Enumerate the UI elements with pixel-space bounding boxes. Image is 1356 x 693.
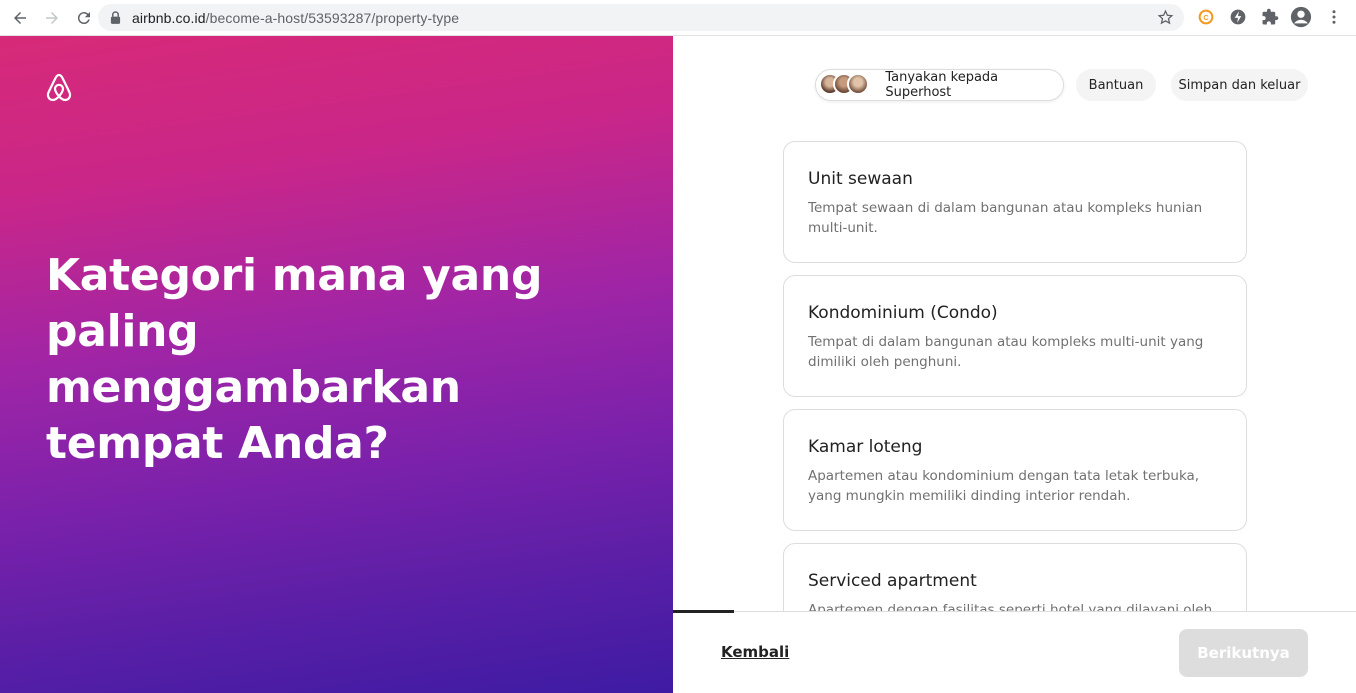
option-description: Tempat di dalam bangunan atau kompleks m… (808, 334, 1204, 370)
profile-avatar-icon[interactable] (1290, 6, 1312, 28)
url-text: airbnb.co.id/become-a-host/53593287/prop… (132, 9, 460, 26)
option-title: Serviced apartment (808, 571, 977, 591)
svg-text:C: C (1203, 13, 1209, 22)
option-description: Apartemen atau kondominium dengan tata l… (808, 468, 1200, 504)
bookmark-star-icon[interactable] (1157, 9, 1174, 26)
airbnb-logo-icon[interactable] (44, 72, 74, 104)
option-description: Apartemen dengan fasilitas seperti hotel… (808, 602, 1213, 611)
option-title: Kondominium (Condo) (808, 303, 998, 323)
ask-superhost-button[interactable]: Tanyakan kepada Superhost (815, 69, 1064, 101)
option-card-kondominium[interactable]: Kondominium (Condo) Tempat di dalam bang… (783, 275, 1247, 397)
main-panel: Tanyakan kepada Superhost Bantuan Simpan… (673, 36, 1356, 693)
lock-icon (110, 11, 122, 25)
extension-bolt-icon[interactable] (1227, 6, 1249, 28)
extension-c-icon[interactable]: C (1195, 6, 1217, 28)
next-button[interactable]: Berikutnya (1179, 629, 1308, 677)
menu-dots-icon[interactable] (1323, 6, 1345, 28)
ask-superhost-label: Tanyakan kepada Superhost (885, 70, 999, 100)
address-bar[interactable]: airbnb.co.id/become-a-host/53593287/prop… (98, 4, 1184, 31)
option-title: Unit sewaan (808, 169, 913, 189)
back-link[interactable]: Kembali (721, 643, 789, 661)
save-and-exit-button[interactable]: Simpan dan keluar (1171, 69, 1308, 101)
option-card-kamar-loteng[interactable]: Kamar loteng Apartemen atau kondominium … (783, 409, 1247, 531)
property-type-list: Unit sewaan Tempat sewaan di dalam bangu… (783, 141, 1247, 611)
browser-toolbar: airbnb.co.id/become-a-host/53593287/prop… (0, 0, 1356, 36)
help-button[interactable]: Bantuan (1076, 69, 1156, 101)
reload-icon[interactable] (72, 6, 96, 30)
page-heading: Kategori mana yang paling menggambarkan … (46, 250, 543, 469)
option-description: Tempat sewaan di dalam bangunan atau kom… (808, 200, 1203, 236)
footer-divider (673, 611, 1356, 612)
extensions-puzzle-icon[interactable] (1259, 6, 1281, 28)
progress-bar (673, 610, 734, 613)
option-card-unit-sewaan[interactable]: Unit sewaan Tempat sewaan di dalam bangu… (783, 141, 1247, 263)
back-arrow-icon[interactable] (8, 6, 32, 30)
option-title: Kamar loteng (808, 437, 923, 457)
hero-panel: Kategori mana yang paling menggambarkan … (0, 36, 673, 693)
option-card-serviced-apartment[interactable]: Serviced apartment Apartemen dengan fasi… (783, 543, 1247, 611)
forward-arrow-icon[interactable] (40, 6, 64, 30)
superhost-avatars (819, 73, 875, 97)
avatar (847, 73, 869, 95)
